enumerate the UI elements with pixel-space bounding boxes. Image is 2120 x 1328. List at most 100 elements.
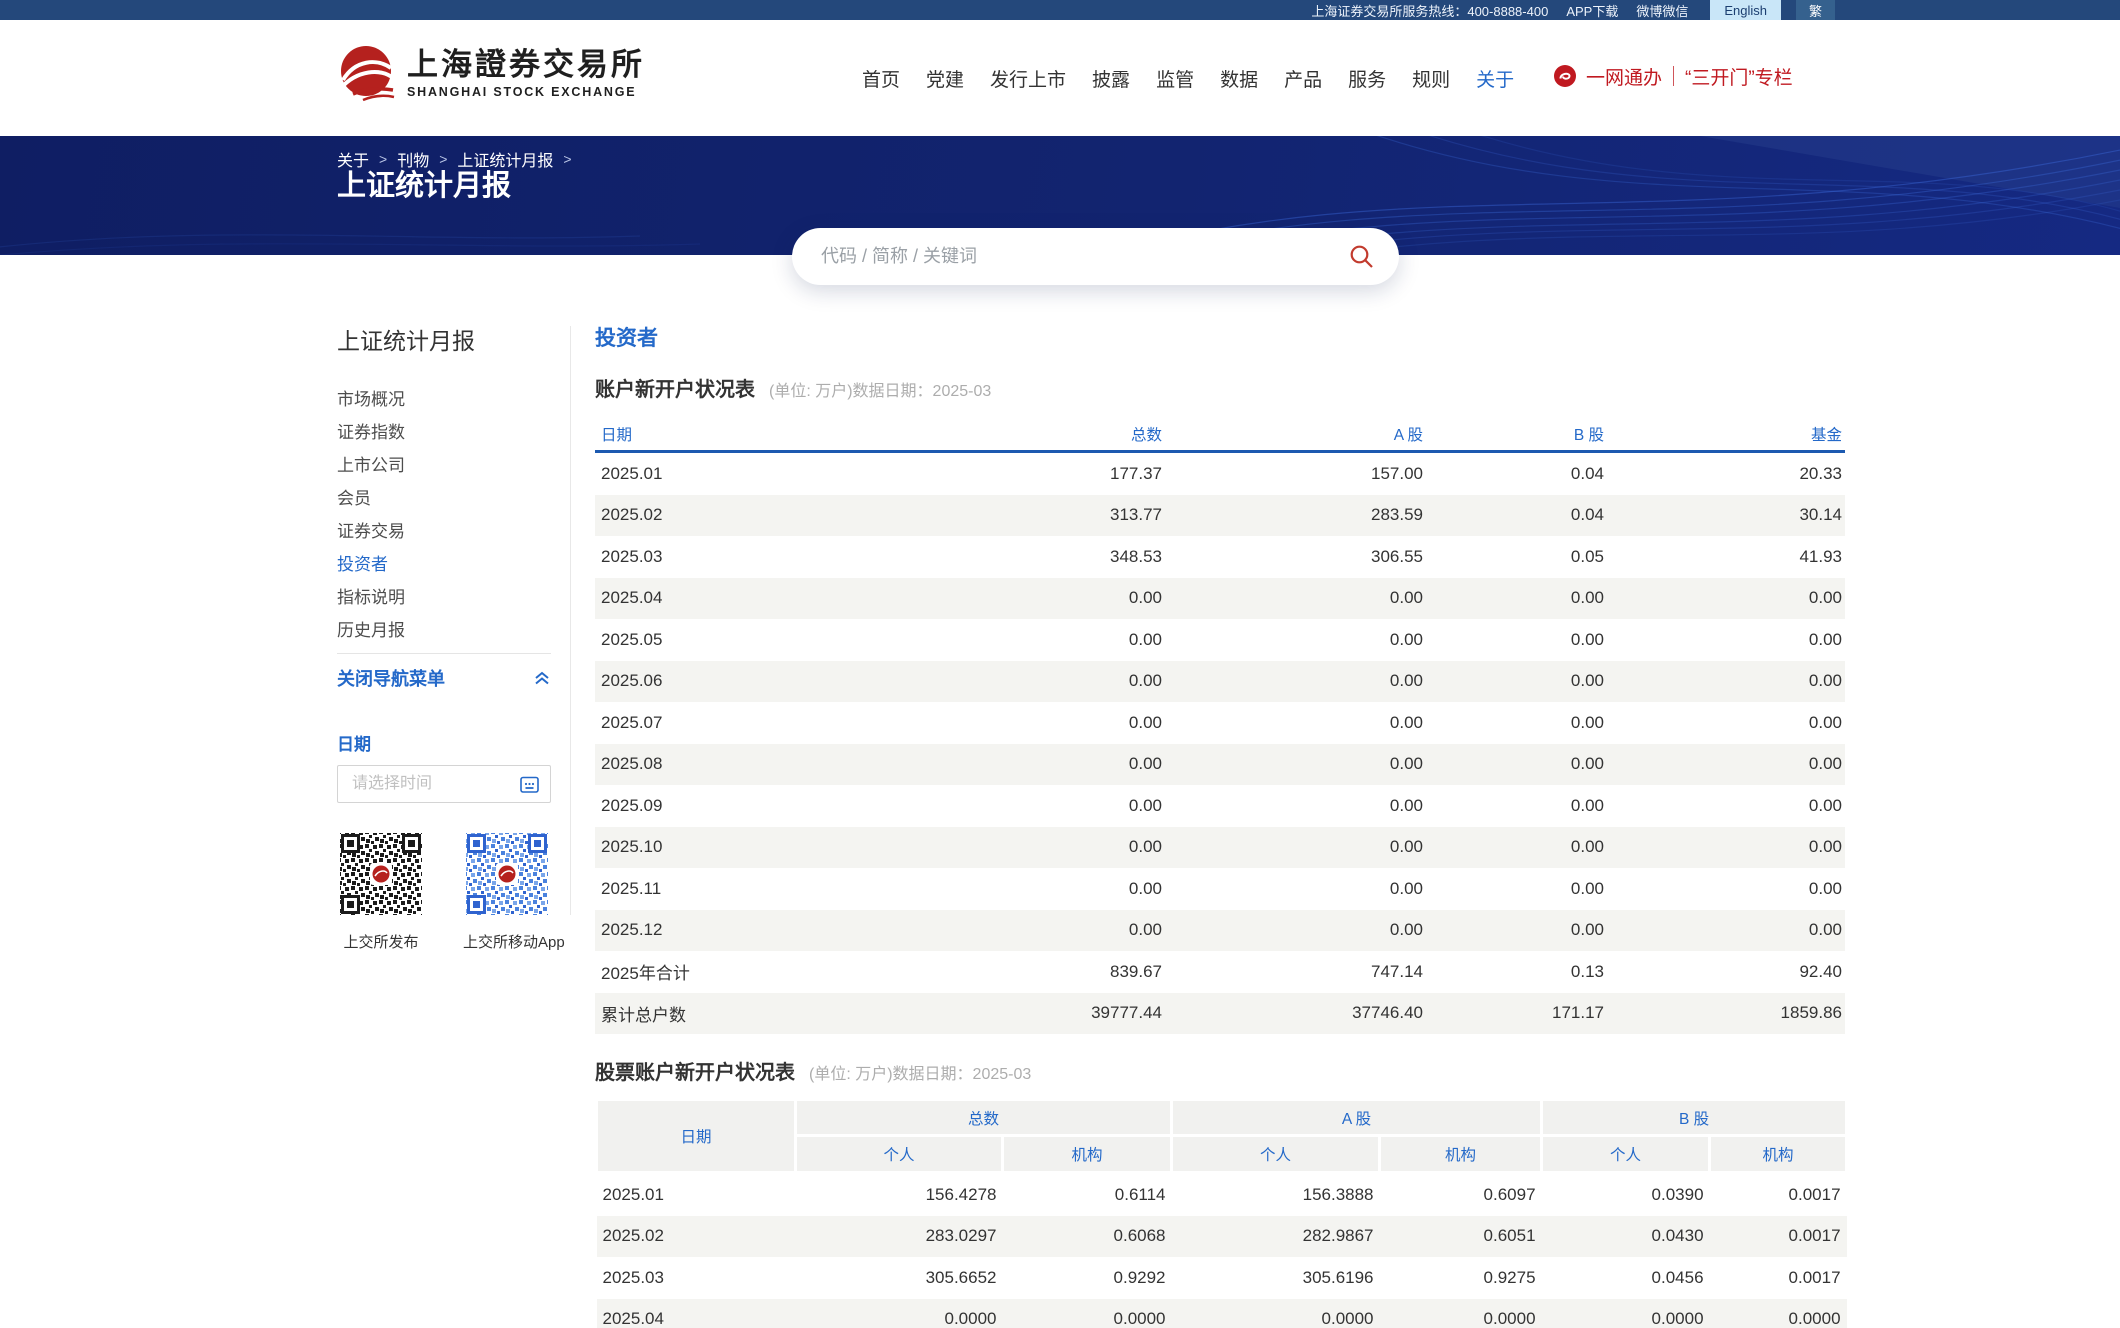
nav-item-10[interactable]: 关于 — [1476, 65, 1514, 92]
table-row: 2025.02313.77283.590.0430.14 — [595, 495, 1845, 537]
sidebar: 上证统计月报 市场概况证券指数上市公司会员证券交易投资者指标说明历史月报 关闭导… — [337, 326, 551, 952]
sub-header-institution: 机构 — [1003, 1136, 1172, 1173]
cell-value: 0.6051 — [1380, 1216, 1542, 1258]
column-header-fund[interactable]: 基金 — [1607, 417, 1845, 452]
cell-date: 2025.03 — [597, 1257, 796, 1299]
one-stop-icon — [1553, 64, 1577, 88]
qr-code-black — [337, 830, 425, 918]
sse-logo[interactable]: 上海證券交易所 SHANGHAI STOCK EXCHANGE — [337, 44, 645, 102]
sidebar-item-7[interactable]: 指标说明 — [337, 581, 551, 614]
nav-item-9[interactable]: 规则 — [1412, 65, 1450, 92]
sidebar-item-5[interactable]: 证券交易 — [337, 515, 551, 548]
search-icon[interactable] — [1348, 243, 1375, 270]
cell-value: 0.0000 — [1172, 1299, 1380, 1328]
breadcrumb-separator: > — [379, 151, 387, 167]
cell-value: 0.0000 — [1710, 1299, 1847, 1328]
cell-value: 0.13 — [1426, 951, 1607, 993]
chevron-double-up-icon — [533, 671, 551, 685]
cell-value: 37746.40 — [1165, 993, 1426, 1035]
nav-item-3[interactable]: 发行上市 — [990, 65, 1066, 92]
cell-value: 0.00 — [1426, 868, 1607, 910]
nav-item-1[interactable]: 首页 — [862, 65, 900, 92]
sub-header-individual: 个人 — [1172, 1136, 1380, 1173]
nav-item-7[interactable]: 产品 — [1284, 65, 1322, 92]
cell-value: 1859.86 — [1607, 993, 1845, 1035]
date-picker-input[interactable] — [350, 774, 519, 794]
cell-value: 0.0000 — [1542, 1299, 1710, 1328]
cell-date: 2025.04 — [597, 1299, 796, 1328]
cell-value: 306.55 — [1165, 536, 1426, 578]
cell-value: 0.0017 — [1710, 1216, 1847, 1258]
cell-value: 156.4278 — [796, 1173, 1003, 1216]
breadcrumb-separator: > — [439, 151, 447, 167]
column-header-a-share[interactable]: A 股 — [1165, 417, 1426, 452]
cell-value: 0.00 — [1426, 827, 1607, 869]
sidebar-item-8[interactable]: 历史月报 — [337, 614, 551, 647]
cell-value: 0.00 — [1607, 910, 1845, 952]
account-table: 日期 总数 A 股 B 股 基金 2025.01177.37157.000.04… — [595, 417, 1845, 1034]
nav-item-5[interactable]: 监管 — [1156, 65, 1194, 92]
sankaimen-link[interactable]: “三开门”专栏 — [1685, 63, 1793, 90]
cell-date: 2025.04 — [595, 578, 845, 620]
sidebar-item-6[interactable]: 投资者 — [337, 548, 551, 581]
column-header-date[interactable]: 日期 — [595, 417, 845, 452]
table-row: 2025.02283.02970.6068282.98670.60510.043… — [597, 1216, 1847, 1258]
topbar: 上海证券交易所服务热线：400-8888-400 APP下载 微博微信 Engl… — [0, 0, 2120, 20]
cell-value: 0.00 — [1165, 868, 1426, 910]
nav-item-8[interactable]: 服务 — [1348, 65, 1386, 92]
logo-english-name: SHANGHAI STOCK EXCHANGE — [407, 85, 645, 99]
nav-item-4[interactable]: 披露 — [1092, 65, 1130, 92]
sidebar-vertical-divider — [570, 326, 571, 915]
one-stop-link[interactable]: 一网通办 — [1586, 63, 1662, 90]
sidebar-item-3[interactable]: 上市公司 — [337, 449, 551, 482]
qr-sse-mobile-app: 上交所移动App — [463, 830, 551, 952]
cell-value: 0.00 — [845, 578, 1165, 620]
table-row: 2025.03305.66520.9292305.61960.92750.045… — [597, 1257, 1847, 1299]
qr-section: 上交所发布 — [337, 830, 551, 952]
cell-value: 0.00 — [1426, 910, 1607, 952]
cell-value: 0.00 — [1165, 744, 1426, 786]
cell-date: 2025.05 — [595, 619, 845, 661]
sidebar-item-1[interactable]: 市场概况 — [337, 383, 551, 416]
column-header-total[interactable]: 总数 — [845, 417, 1165, 452]
qr-code-blue — [463, 830, 551, 918]
cell-value: 0.00 — [1165, 578, 1426, 620]
sub-header-individual: 个人 — [796, 1136, 1003, 1173]
sidebar-item-2[interactable]: 证券指数 — [337, 416, 551, 449]
quick-links-divider — [1673, 66, 1674, 86]
cell-value: 0.00 — [1607, 619, 1845, 661]
cell-value: 282.9867 — [1172, 1216, 1380, 1258]
cell-value: 0.0017 — [1710, 1173, 1847, 1216]
nav-item-6[interactable]: 数据 — [1220, 65, 1258, 92]
column-header-b-share[interactable]: B 股 — [1426, 417, 1607, 452]
table-row: 2025年合计839.67747.140.1392.40 — [595, 951, 1845, 993]
cell-value: 0.00 — [1426, 619, 1607, 661]
lang-traditional-tab[interactable]: 繁 — [1796, 0, 1835, 20]
weibo-wechat-link[interactable]: 微博微信 — [1636, 0, 1688, 20]
cell-value: 0.00 — [845, 868, 1165, 910]
cell-value: 0.00 — [1165, 619, 1426, 661]
app-download-link[interactable]: APP下载 — [1566, 0, 1618, 20]
cell-date: 2025.11 — [595, 868, 845, 910]
table-row: 2025.110.000.000.000.00 — [595, 868, 1845, 910]
calendar-icon[interactable] — [519, 774, 540, 795]
group-header-total: 总数 — [796, 1100, 1172, 1136]
cell-value: 283.0297 — [796, 1216, 1003, 1258]
cell-value: 0.00 — [1165, 827, 1426, 869]
nav-item-2[interactable]: 党建 — [926, 65, 964, 92]
search-input[interactable] — [819, 245, 1348, 268]
sidebar-title: 上证统计月报 — [337, 326, 551, 356]
sidebar-item-4[interactable]: 会员 — [337, 482, 551, 515]
cell-date: 2025年合计 — [595, 951, 845, 993]
cell-value: 0.00 — [1165, 785, 1426, 827]
date-picker[interactable] — [337, 765, 551, 803]
table-row: 2025.040.000.000.000.00 — [595, 578, 1845, 620]
cell-value: 0.00 — [1607, 744, 1845, 786]
collapse-nav-button[interactable]: 关闭导航菜单 — [337, 666, 551, 690]
lang-english-tab[interactable]: English — [1710, 0, 1781, 20]
cell-value: 171.17 — [1426, 993, 1607, 1035]
table-row: 2025.040.00000.00000.00000.00000.00000.0… — [597, 1299, 1847, 1328]
column-header-date: 日期 — [597, 1100, 796, 1173]
cell-value: 0.00 — [1426, 578, 1607, 620]
cell-value: 0.00 — [1607, 702, 1845, 744]
